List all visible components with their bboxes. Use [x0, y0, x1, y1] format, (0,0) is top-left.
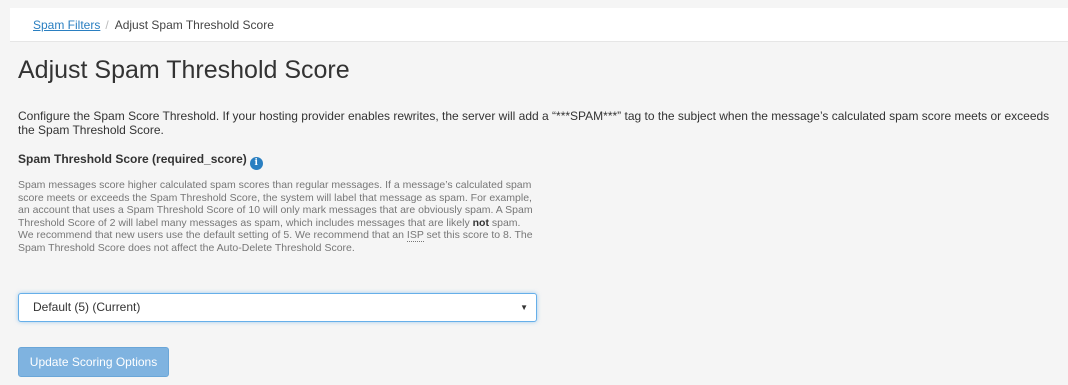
breadcrumb: Spam Filters / Adjust Spam Threshold Score — [10, 8, 1068, 42]
threshold-help-text: Spam messages score higher calculated sp… — [18, 179, 538, 255]
update-scoring-options-button[interactable]: Update Scoring Options — [18, 347, 169, 377]
page: Spam Filters / Adjust Spam Threshold Score… — [0, 0, 1068, 385]
intro-text: Configure the Spam Score Threshold. If y… — [18, 109, 1050, 137]
info-circle-icon[interactable]: i — [249, 157, 263, 170]
help-text-part-1: Spam messages score higher calculated sp… — [18, 179, 533, 229]
caret-down-icon: ▼ — [520, 303, 528, 312]
threshold-score-select[interactable]: Default (5) (Current) ▼ — [18, 293, 537, 322]
help-text-emphasis: not — [472, 216, 489, 229]
field-label-container: Spam Threshold Score (required_score) i — [18, 151, 263, 170]
breadcrumb-link-spam-filters[interactable]: Spam Filters — [33, 18, 100, 32]
select-selected-value: Default (5) (Current) — [33, 300, 141, 314]
isp-abbreviation: ISP — [406, 229, 424, 243]
threshold-score-label: Spam Threshold Score (required_score) — [18, 152, 247, 166]
breadcrumb-separator: / — [105, 18, 109, 32]
breadcrumb-current: Adjust Spam Threshold Score — [114, 18, 274, 32]
page-title: Adjust Spam Threshold Score — [18, 56, 350, 84]
